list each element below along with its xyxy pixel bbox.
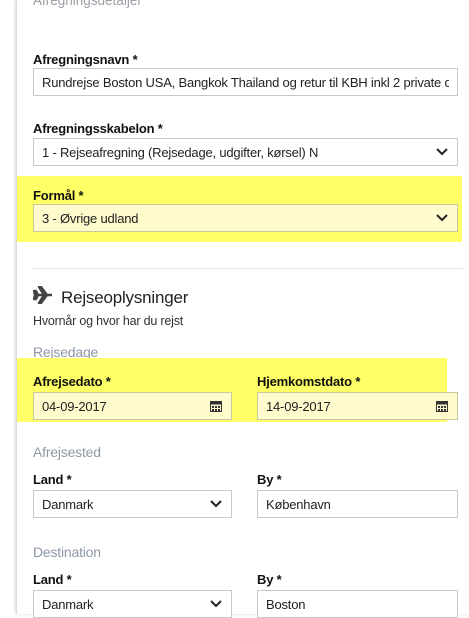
destination-country-value: Danmark (42, 596, 94, 612)
expense-form-card: Afregningsdetaljer Afregningsnavn * Rund… (16, 0, 469, 618)
departure-city-value: København (266, 496, 331, 512)
travel-description: Hvornår og hvor har du rejst (33, 314, 184, 328)
return-date-value: 14-09-2017 (266, 398, 331, 414)
template-label: Afregningsskabelon * (33, 121, 163, 136)
section-title: Afregningsdetaljer (33, 0, 142, 9)
destination-city-value: Boston (266, 596, 306, 612)
destination-heading: Destination (33, 544, 101, 560)
departure-date-label: Afrejsedato * (33, 374, 111, 389)
calendar-icon[interactable] (435, 399, 449, 413)
departure-country-select[interactable]: Danmark (33, 490, 232, 518)
destination-city-label: By * (257, 572, 282, 587)
travel-title: Rejseoplysninger (61, 287, 189, 307)
settlement-name-value: Rundrejse Boston USA, Bangkok Thailand o… (42, 74, 449, 90)
calendar-icon[interactable] (209, 399, 223, 413)
settlement-name-input[interactable]: Rundrejse Boston USA, Bangkok Thailand o… (33, 68, 458, 96)
chevron-down-icon (435, 145, 449, 159)
departure-date-input[interactable]: 04-09-2017 (33, 392, 232, 420)
departure-country-label: Land * (33, 472, 72, 487)
purpose-value: 3 - Øvrige udland (42, 210, 139, 226)
destination-country-label: Land * (33, 572, 72, 587)
airplane-icon (32, 285, 53, 309)
template-select[interactable]: 1 - Rejseafregning (Rejsedage, udgifter,… (33, 138, 458, 166)
settlement-name-label: Afregningsnavn * (33, 52, 138, 67)
departure-city-label: By * (257, 472, 282, 487)
departure-city-input[interactable]: København (257, 490, 458, 518)
chevron-down-icon (209, 497, 223, 511)
travel-heading: Rejseoplysninger (32, 285, 189, 309)
return-date-input[interactable]: 14-09-2017 (257, 392, 458, 420)
purpose-label: Formål * (33, 188, 84, 203)
template-value: 1 - Rejseafregning (Rejsedage, udgifter,… (42, 144, 319, 160)
return-date-label: Hjemkomstdato * (257, 374, 361, 389)
departure-place-heading: Afrejsested (33, 444, 101, 460)
departure-date-value: 04-09-2017 (42, 398, 107, 414)
departure-country-value: Danmark (42, 496, 94, 512)
chevron-down-icon (435, 211, 449, 225)
chevron-down-icon (209, 597, 223, 611)
section-divider (33, 268, 463, 269)
purpose-select[interactable]: 3 - Øvrige udland (33, 204, 458, 232)
